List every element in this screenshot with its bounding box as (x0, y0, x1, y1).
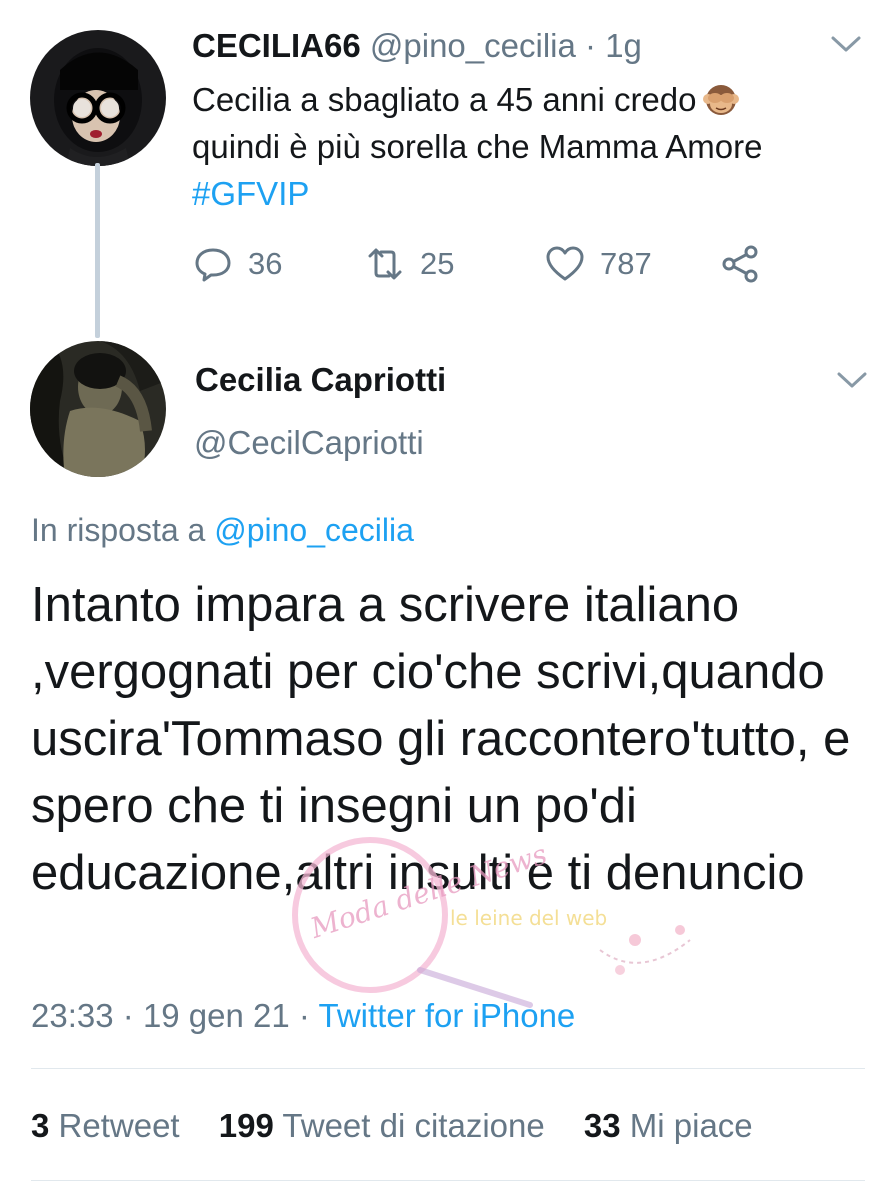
reply-context: In risposta a @pino_cecilia (31, 510, 414, 550)
tweet2-author-handle[interactable]: @CecilCapriotti (194, 423, 424, 463)
avatar-image (30, 341, 166, 477)
tweet2-metadata: 23:33 · 19 gen 21 · Twitter for iPhone (31, 995, 575, 1037)
divider (31, 1068, 865, 1069)
retweet-count: 25 (420, 246, 455, 281)
likes-stat-count: 33 (583, 1107, 621, 1144)
meta-separator: · (298, 997, 310, 1034)
like-button[interactable]: 787 (544, 240, 652, 288)
divider (31, 1180, 865, 1181)
thread-connector-line (95, 163, 100, 338)
reply-prefix: In risposta a (31, 512, 206, 548)
tweet1-hashtag-link[interactable]: #GFVIP (192, 170, 852, 217)
tweet2-text: Intanto impara a scrivere italiano ,verg… (31, 578, 851, 900)
reply-mention-link[interactable]: @pino_cecilia (214, 512, 414, 548)
share-icon (722, 245, 758, 283)
tweet2-date[interactable]: 19 gen 21 (143, 997, 290, 1034)
likes-stat[interactable]: 33 Mi piace (584, 1107, 753, 1144)
tweet2-source-link[interactable]: Twitter for iPhone (319, 997, 576, 1034)
reply-icon (195, 248, 231, 282)
likes-stat-label: Mi piace (629, 1107, 753, 1144)
quotes-stat[interactable]: 199 Tweet di citazione (219, 1107, 545, 1144)
like-count: 787 (600, 246, 652, 281)
meta-separator: · (122, 997, 134, 1034)
quotes-stat-count: 199 (218, 1107, 274, 1144)
avatar-cecilia-capriotti[interactable] (30, 341, 166, 477)
tweet1-header: CECILIA66 @pino_cecilia · 1g (192, 26, 642, 66)
avatar-cecilia66[interactable] (30, 30, 166, 166)
quotes-stat-label: Tweet di citazione (282, 1107, 545, 1144)
tweet1-text-line1: Cecilia a sbagliato a 45 anni credo (192, 81, 697, 118)
tweet1-text: Cecilia a sbagliato a 45 anni credo quin… (192, 76, 852, 217)
tweet1-author-name[interactable]: CECILIA66 (192, 27, 361, 64)
retweets-stat-count: 3 (31, 1107, 50, 1144)
watermark-text-right: le leine del web (450, 906, 607, 930)
retweets-stat[interactable]: 3 Retweet (31, 1107, 180, 1144)
share-button[interactable] (720, 240, 762, 288)
see-no-evil-monkey-icon (702, 81, 739, 117)
avatar-image (30, 30, 166, 166)
retweet-icon (368, 248, 402, 280)
tweet2-author-name[interactable]: Cecilia Capriotti (195, 360, 446, 400)
reply-count: 36 (248, 246, 283, 281)
tweet1-separator: · (585, 27, 597, 64)
tweet2-time[interactable]: 23:33 (31, 997, 114, 1034)
retweets-stat-label: Retweet (58, 1107, 180, 1144)
tweet1-timestamp[interactable]: 1g (605, 27, 642, 64)
heart-icon (546, 246, 584, 281)
tweet1-author-handle[interactable]: @pino_cecilia (370, 27, 576, 64)
tweet2-stats: 3 Retweet 199 Tweet di citazione 33 Mi p… (31, 1105, 783, 1147)
retweet-button[interactable]: 25 (364, 240, 454, 288)
tweet1-text-line2: quindi è più sorella che Mamma Amore (192, 128, 763, 165)
tweet1-more-chevron-icon[interactable] (828, 32, 864, 56)
reply-button[interactable]: 36 (192, 240, 282, 288)
tweet2-more-chevron-icon[interactable] (834, 368, 870, 392)
